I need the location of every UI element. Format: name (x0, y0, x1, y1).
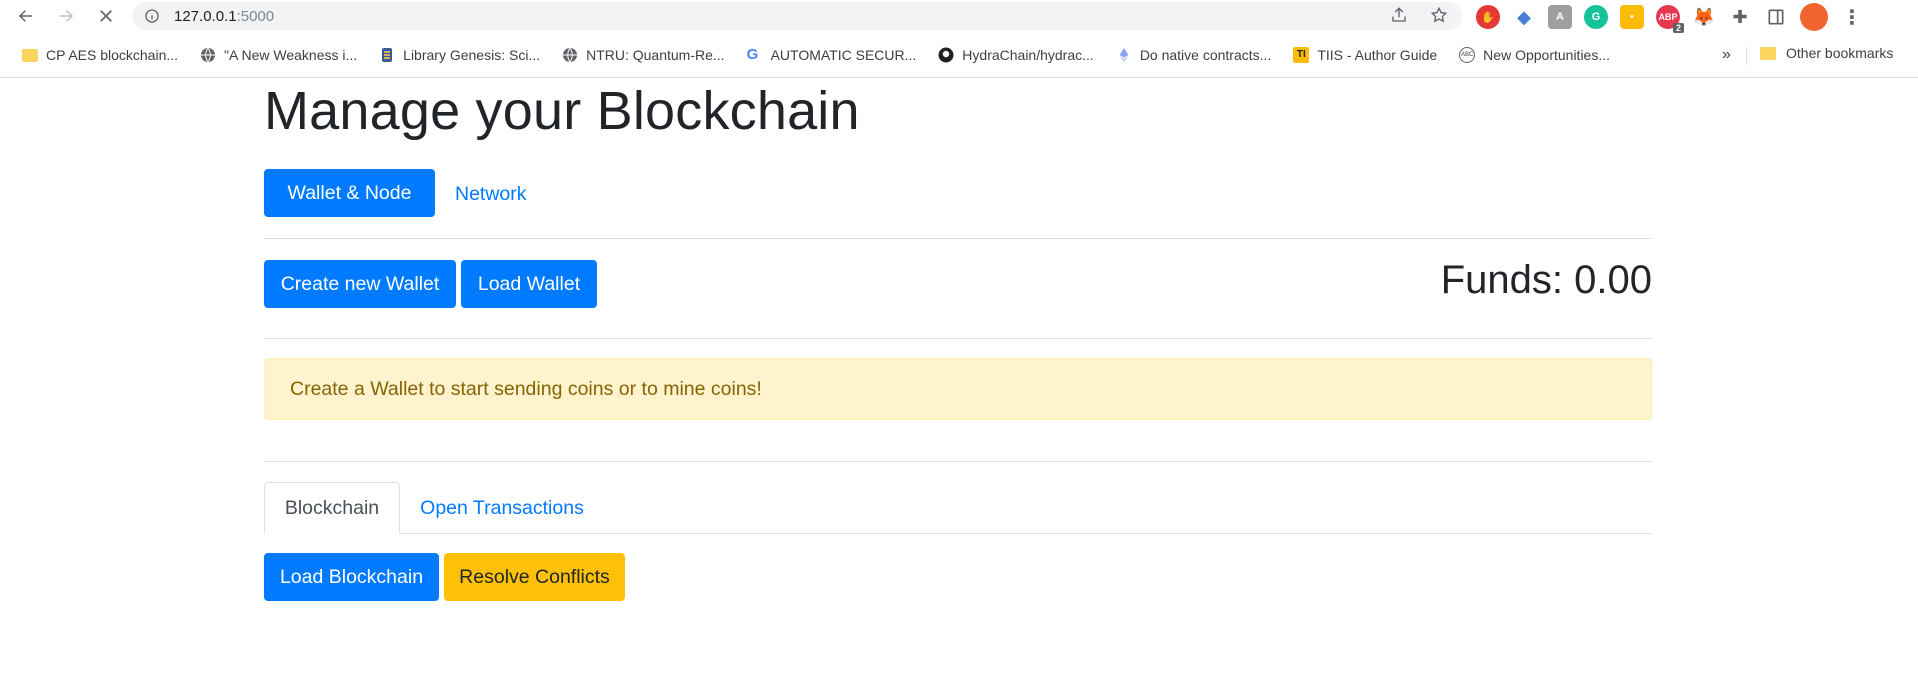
side-panel-icon[interactable] (1764, 5, 1788, 29)
tab-open-transactions[interactable]: Open Transactions (402, 482, 602, 534)
ext-metamask-icon[interactable]: 🦊 (1692, 5, 1716, 29)
create-wallet-button[interactable]: Create new Wallet (264, 260, 456, 308)
chrome-divider (0, 77, 1918, 78)
back-icon[interactable] (12, 2, 40, 30)
ext-blue-cap-icon[interactable]: ◆ (1512, 5, 1536, 29)
more-bookmarks-button[interactable]: » (1722, 46, 1731, 64)
resolve-conflicts-button[interactable]: Resolve Conflicts (444, 553, 625, 601)
wallet-node-nav-button[interactable]: Wallet & Node (264, 169, 435, 217)
bookmark-item[interactable]: CP AES blockchain... (22, 47, 178, 63)
tiis-icon: TI (1293, 47, 1310, 63)
share-icon[interactable] (1390, 6, 1408, 24)
divider (264, 461, 1652, 462)
ext-keep-icon[interactable]: ▪ (1620, 5, 1644, 29)
other-bookmarks-folder[interactable]: Other bookmarks (1760, 45, 1893, 61)
bookmarks-divider (1746, 47, 1747, 65)
bookmark-item[interactable]: NTRU: Quantum-Re... (562, 47, 725, 63)
ext-abp-icon[interactable]: ABP 2 (1656, 5, 1684, 33)
bookmark-item[interactable]: ABC New Opportunities... (1459, 47, 1610, 63)
google-icon: G (746, 46, 759, 63)
bookmark-star-icon[interactable] (1430, 6, 1448, 24)
chrome-menu-icon[interactable]: ⋮ (1840, 5, 1864, 29)
load-wallet-button[interactable]: Load Wallet (461, 260, 597, 308)
bookmark-item[interactable]: "A New Weakness i... (200, 47, 357, 63)
abc-icon: ABC (1459, 47, 1476, 63)
ext-grammarly-icon[interactable]: G (1584, 5, 1608, 29)
extensions-puzzle-icon[interactable]: ✚ (1728, 5, 1752, 29)
bookmark-item[interactable]: Do native contracts... (1116, 47, 1271, 63)
bookmark-item[interactable]: G AUTOMATIC SECUR... (746, 46, 917, 64)
load-blockchain-button[interactable]: Load Blockchain (264, 553, 439, 601)
ext-pdf-icon[interactable]: A (1548, 5, 1572, 29)
url-text: 127.0.0.1:5000 (174, 7, 275, 25)
forward-icon[interactable] (52, 2, 80, 30)
address-bar[interactable]: 127.0.0.1:5000 (132, 2, 1462, 30)
wallet-warning-alert: Create a Wallet to start sending coins o… (264, 358, 1652, 420)
bookmark-item[interactable]: TI TIIS - Author Guide (1293, 47, 1437, 63)
divider (264, 238, 1652, 239)
extensions-row: ✋ ◆ A G ▪ ABP 2 🦊 ✚ ⋮ (1476, 3, 1864, 33)
page-title: Manage your Blockchain (264, 81, 860, 141)
browser-toolbar: 127.0.0.1:5000 ✋ ◆ A G ▪ ABP 2 🦊 ✚ ⋮ (0, 0, 1918, 33)
folder-icon (1760, 46, 1776, 60)
funds-display: Funds: 0.00 (1440, 258, 1652, 302)
profile-avatar[interactable] (1800, 3, 1828, 31)
globe-icon (201, 47, 216, 63)
libgen-icon (382, 48, 393, 62)
folder-icon (22, 48, 38, 62)
bookmark-item[interactable]: HydraChain/hydrac... (938, 47, 1094, 63)
github-icon (938, 47, 954, 63)
globe-icon (563, 47, 578, 63)
divider (264, 338, 1652, 339)
bookmark-item[interactable]: Library Genesis: Sci... (379, 47, 540, 63)
stop-loading-icon[interactable] (92, 2, 120, 30)
network-nav-link[interactable]: Network (455, 183, 527, 206)
bookmarks-bar: CP AES blockchain... "A New Weakness i..… (0, 41, 1918, 69)
tab-blockchain[interactable]: Blockchain (264, 482, 400, 534)
ethereum-icon (1119, 48, 1129, 62)
site-info-icon[interactable] (144, 8, 160, 24)
ext-red-hand-icon[interactable]: ✋ (1476, 5, 1500, 29)
